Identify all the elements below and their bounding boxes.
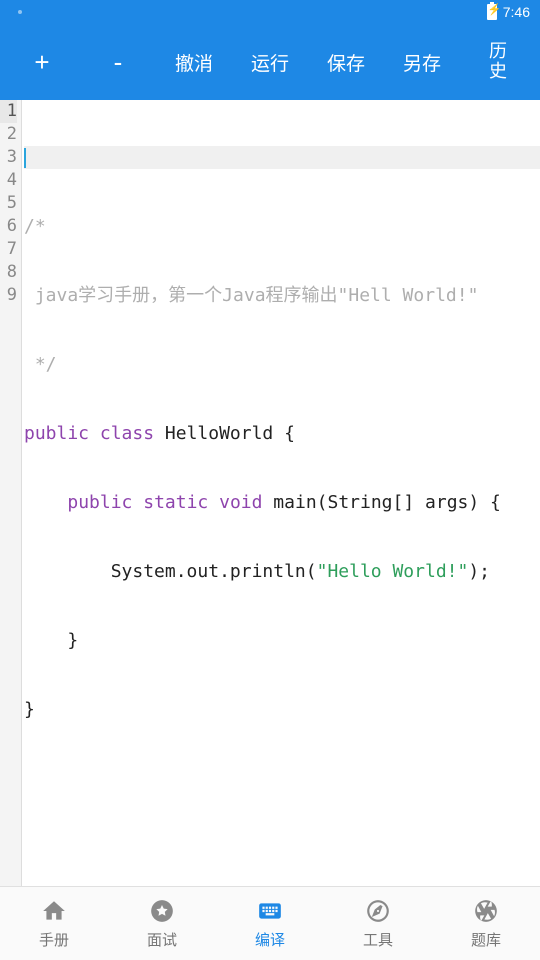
- line-gutter: 1 2 3 4 5 6 7 8 9: [0, 100, 22, 886]
- save-button[interactable]: 保存: [308, 39, 384, 86]
- aperture-icon: [472, 897, 500, 925]
- status-time: 7:46: [503, 4, 530, 20]
- font-increase-button[interactable]: +: [4, 37, 80, 88]
- nav-compile[interactable]: 编译: [216, 887, 324, 960]
- code-line: java学习手册，第一个Java程序输出"Hell World!": [24, 284, 540, 307]
- code-line: /*: [24, 215, 540, 238]
- star-icon: [148, 897, 176, 925]
- run-button[interactable]: 运行: [232, 39, 308, 86]
- compass-icon: [364, 897, 392, 925]
- nav-label: 手册: [39, 929, 69, 950]
- line-number: 7: [0, 238, 17, 261]
- nav-label: 编译: [255, 929, 285, 950]
- font-decrease-button[interactable]: -: [80, 37, 156, 88]
- nav-label: 面试: [147, 929, 177, 950]
- battery-charging-icon: [487, 4, 497, 20]
- line-number: 2: [0, 123, 17, 146]
- nav-label: 工具: [363, 929, 393, 950]
- line-number: 9: [0, 284, 17, 307]
- line-number: 8: [0, 261, 17, 284]
- history-button[interactable]: 历 史: [460, 32, 536, 92]
- code-line: }: [24, 698, 540, 721]
- code-line: [24, 146, 540, 169]
- code-line: */: [24, 353, 540, 376]
- keyboard-icon: [256, 897, 284, 925]
- code-line: public static void main(String[] args) {: [24, 491, 540, 514]
- undo-button[interactable]: 撤消: [156, 39, 232, 86]
- nav-interview[interactable]: 面试: [108, 887, 216, 960]
- nav-label: 题库: [471, 929, 501, 950]
- line-number: 4: [0, 169, 17, 192]
- code-editor[interactable]: 1 2 3 4 5 6 7 8 9 /* java学习手册，第一个Java程序输…: [0, 100, 540, 886]
- nav-tools[interactable]: 工具: [324, 887, 432, 960]
- save-as-button[interactable]: 另存: [384, 39, 460, 86]
- status-bar: 7:46: [0, 0, 540, 24]
- line-number: 3: [0, 146, 17, 169]
- line-number: 5: [0, 192, 17, 215]
- status-dot: [18, 10, 22, 14]
- home-icon: [40, 897, 68, 925]
- line-number: 6: [0, 215, 17, 238]
- nav-manual[interactable]: 手册: [0, 887, 108, 960]
- nav-questions[interactable]: 题库: [432, 887, 540, 960]
- code-line: System.out.println("Hello World!");: [24, 560, 540, 583]
- bottom-nav: 手册 面试 编译 工具 题库: [0, 886, 540, 960]
- toolbar: + - 撤消 运行 保存 另存 历 史: [0, 24, 540, 100]
- code-line: public class HelloWorld {: [24, 422, 540, 445]
- text-cursor: [24, 148, 26, 168]
- code-content[interactable]: /* java学习手册，第一个Java程序输出"Hell World!" */ …: [22, 100, 540, 886]
- line-number: 1: [0, 100, 17, 123]
- code-line: }: [24, 629, 540, 652]
